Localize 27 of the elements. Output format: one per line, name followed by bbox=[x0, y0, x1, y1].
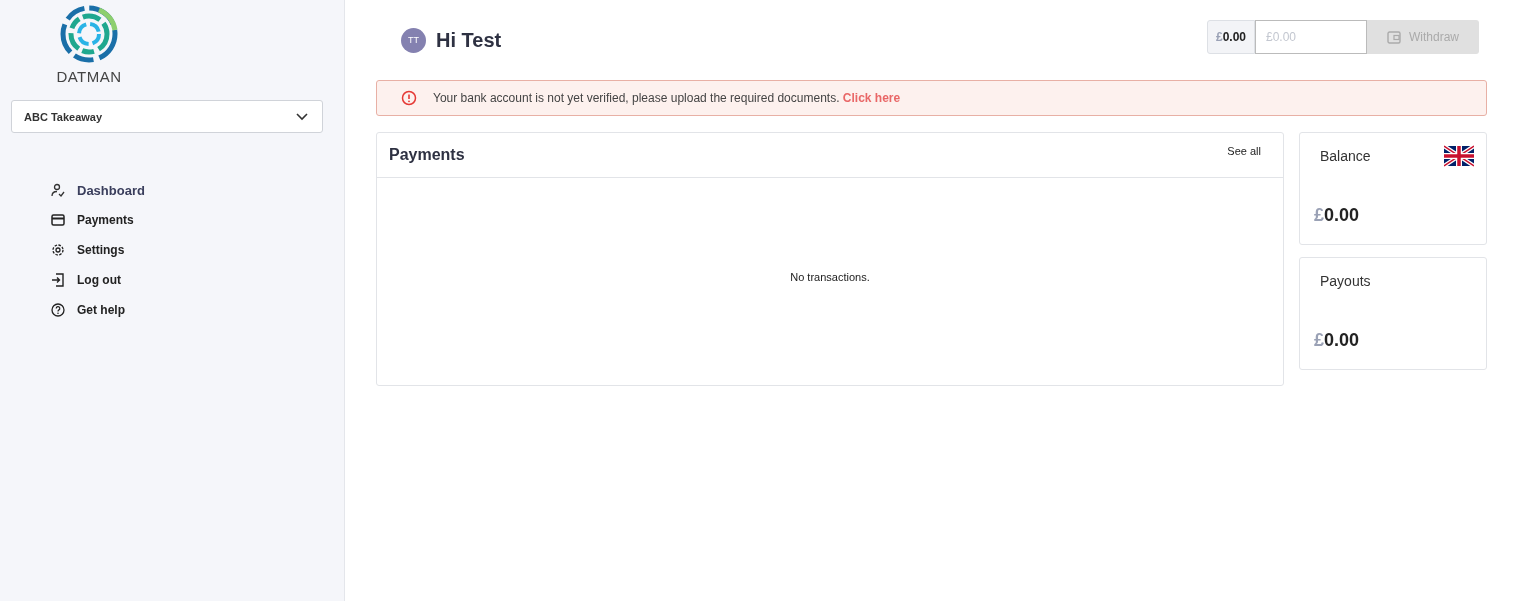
sidebar-item[interactable]: Log out bbox=[51, 265, 322, 295]
merchant-select[interactable]: ABC Takeaway bbox=[11, 100, 323, 133]
logout-icon bbox=[51, 273, 65, 287]
card-amount: £0.00 bbox=[1314, 330, 1361, 351]
card-icon bbox=[51, 214, 65, 226]
avatar: TT bbox=[401, 27, 426, 53]
see-all-link[interactable]: See all bbox=[1227, 145, 1261, 157]
sidebar-item[interactable]: Settings bbox=[51, 235, 322, 265]
card-title: Balance bbox=[1320, 147, 1371, 164]
chevron-down-icon bbox=[296, 112, 308, 121]
wallet-icon bbox=[1387, 30, 1401, 44]
available-amount: £0.00 bbox=[1206, 20, 1255, 54]
empty-message: No transactions. bbox=[790, 270, 870, 283]
greeting: Hi Test bbox=[436, 28, 502, 52]
sidebar-item[interactable]: Payments bbox=[51, 205, 322, 235]
sidebar-item[interactable]: Get help bbox=[51, 295, 322, 325]
card-title: Payouts bbox=[1320, 272, 1371, 289]
logo-text: DATMAN bbox=[56, 68, 122, 85]
alert-message: Your bank account is not yet verified, please upload the required documents. Click here bbox=[433, 91, 901, 105]
alert-icon bbox=[401, 90, 417, 106]
settings-icon bbox=[51, 243, 65, 257]
logo-icon bbox=[59, 4, 119, 64]
user-check-icon bbox=[51, 183, 65, 197]
help-icon bbox=[51, 303, 65, 317]
sidebar-item[interactable]: Dashboard bbox=[51, 175, 322, 205]
card-amount: £0.00 bbox=[1314, 205, 1361, 226]
payments-title: Payments bbox=[389, 146, 465, 164]
